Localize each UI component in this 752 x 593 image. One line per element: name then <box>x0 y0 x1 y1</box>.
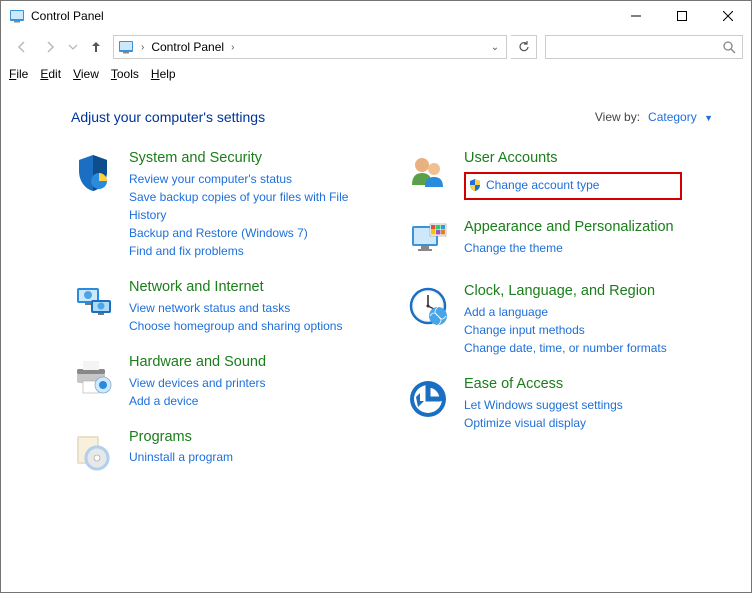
category-link[interactable]: Change the theme <box>464 239 713 257</box>
category-programs: Programs Uninstall a program <box>71 428 378 474</box>
category-title[interactable]: Network and Internet <box>129 278 378 297</box>
category-appearance-personalization: Appearance and Personalization Change th… <box>406 218 713 264</box>
printer-icon <box>71 355 115 399</box>
clock-icon <box>406 284 450 328</box>
category-link[interactable]: Save backup copies of your files with Fi… <box>129 188 378 224</box>
navbar: › Control Panel › ⌄ <box>1 31 751 63</box>
category-link[interactable]: Choose homegroup and sharing options <box>129 317 378 335</box>
category-title[interactable]: System and Security <box>129 149 378 168</box>
category-link[interactable]: Backup and Restore (Windows 7) <box>129 224 378 242</box>
category-title[interactable]: Programs <box>129 428 378 447</box>
minimize-button[interactable] <box>613 1 659 31</box>
menu-help[interactable]: Help <box>151 67 176 81</box>
category-network-internet: Network and Internet View network status… <box>71 278 378 335</box>
maximize-button[interactable] <box>659 1 705 31</box>
view-by-value: Category <box>648 110 697 124</box>
view-by-label: View by: <box>595 110 640 124</box>
category-hardware-sound: Hardware and Sound View devices and prin… <box>71 353 378 410</box>
menu-view[interactable]: View <box>73 67 99 81</box>
shield-icon <box>71 151 115 195</box>
control-panel-icon <box>9 8 25 24</box>
close-button[interactable] <box>705 1 751 31</box>
category-system-security: System and Security Review your computer… <box>71 149 378 260</box>
menu-file[interactable]: File <box>9 67 28 81</box>
right-column: User Accounts Change account type <box>406 149 713 492</box>
category-ease-of-access: Ease of Access Let Windows suggest setti… <box>406 375 713 432</box>
chevron-right-icon[interactable]: › <box>231 42 234 53</box>
category-link[interactable]: Review your computer's status <box>129 170 378 188</box>
up-button[interactable] <box>83 34 109 60</box>
forward-button[interactable] <box>37 34 63 60</box>
highlighted-link-box: Change account type <box>464 172 682 200</box>
category-link[interactable]: View devices and printers <box>129 374 378 392</box>
back-button[interactable] <box>9 34 35 60</box>
view-by-dropdown[interactable]: Category ▼ <box>648 110 713 124</box>
chevron-right-icon[interactable]: › <box>141 42 144 53</box>
recent-dropdown[interactable] <box>65 34 81 60</box>
category-title[interactable]: Appearance and Personalization <box>464 218 713 237</box>
search-input[interactable] <box>545 35 743 59</box>
refresh-button[interactable] <box>511 35 537 59</box>
category-link[interactable]: Uninstall a program <box>129 448 378 466</box>
users-icon <box>406 151 450 195</box>
category-link[interactable]: Change input methods <box>464 321 713 339</box>
menu-tools[interactable]: Tools <box>111 67 139 81</box>
change-account-type-link[interactable]: Change account type <box>468 176 674 194</box>
window-title: Control Panel <box>31 9 613 23</box>
content-area: Adjust your computer's settings View by:… <box>1 85 751 492</box>
category-link[interactable]: Add a language <box>464 303 713 321</box>
category-link[interactable]: Optimize visual display <box>464 414 713 432</box>
category-title[interactable]: Clock, Language, and Region <box>464 282 713 301</box>
category-link[interactable]: View network status and tasks <box>129 299 378 317</box>
category-clock-language-region: Clock, Language, and Region Add a langua… <box>406 282 713 357</box>
menu-bar: File Edit View Tools Help <box>1 63 751 85</box>
left-column: System and Security Review your computer… <box>71 149 378 492</box>
cd-box-icon <box>71 430 115 474</box>
category-user-accounts: User Accounts Change account type <box>406 149 713 200</box>
category-link[interactable]: Let Windows suggest settings <box>464 396 713 414</box>
search-icon <box>722 40 736 54</box>
menu-edit[interactable]: Edit <box>40 67 61 81</box>
content-header: Adjust your computer's settings View by:… <box>71 109 713 125</box>
address-bar[interactable]: › Control Panel › ⌄ <box>113 35 507 59</box>
control-panel-icon <box>118 39 134 55</box>
window-controls <box>613 1 751 31</box>
chevron-down-icon: ▼ <box>704 113 713 123</box>
personalization-icon <box>406 220 450 264</box>
category-link[interactable]: Add a device <box>129 392 378 410</box>
address-dropdown[interactable]: ⌄ <box>486 42 504 53</box>
network-icon <box>71 280 115 324</box>
category-link[interactable]: Change date, time, or number formats <box>464 339 713 357</box>
page-heading: Adjust your computer's settings <box>71 109 595 125</box>
ease-of-access-icon <box>406 377 450 421</box>
category-title[interactable]: Ease of Access <box>464 375 713 394</box>
titlebar: Control Panel <box>1 1 751 31</box>
link-text: Change account type <box>486 178 599 192</box>
category-title[interactable]: User Accounts <box>464 149 713 168</box>
breadcrumb[interactable]: Control Panel <box>151 40 224 54</box>
category-title[interactable]: Hardware and Sound <box>129 353 378 372</box>
uac-shield-icon <box>468 178 482 192</box>
category-link[interactable]: Find and fix problems <box>129 242 378 260</box>
